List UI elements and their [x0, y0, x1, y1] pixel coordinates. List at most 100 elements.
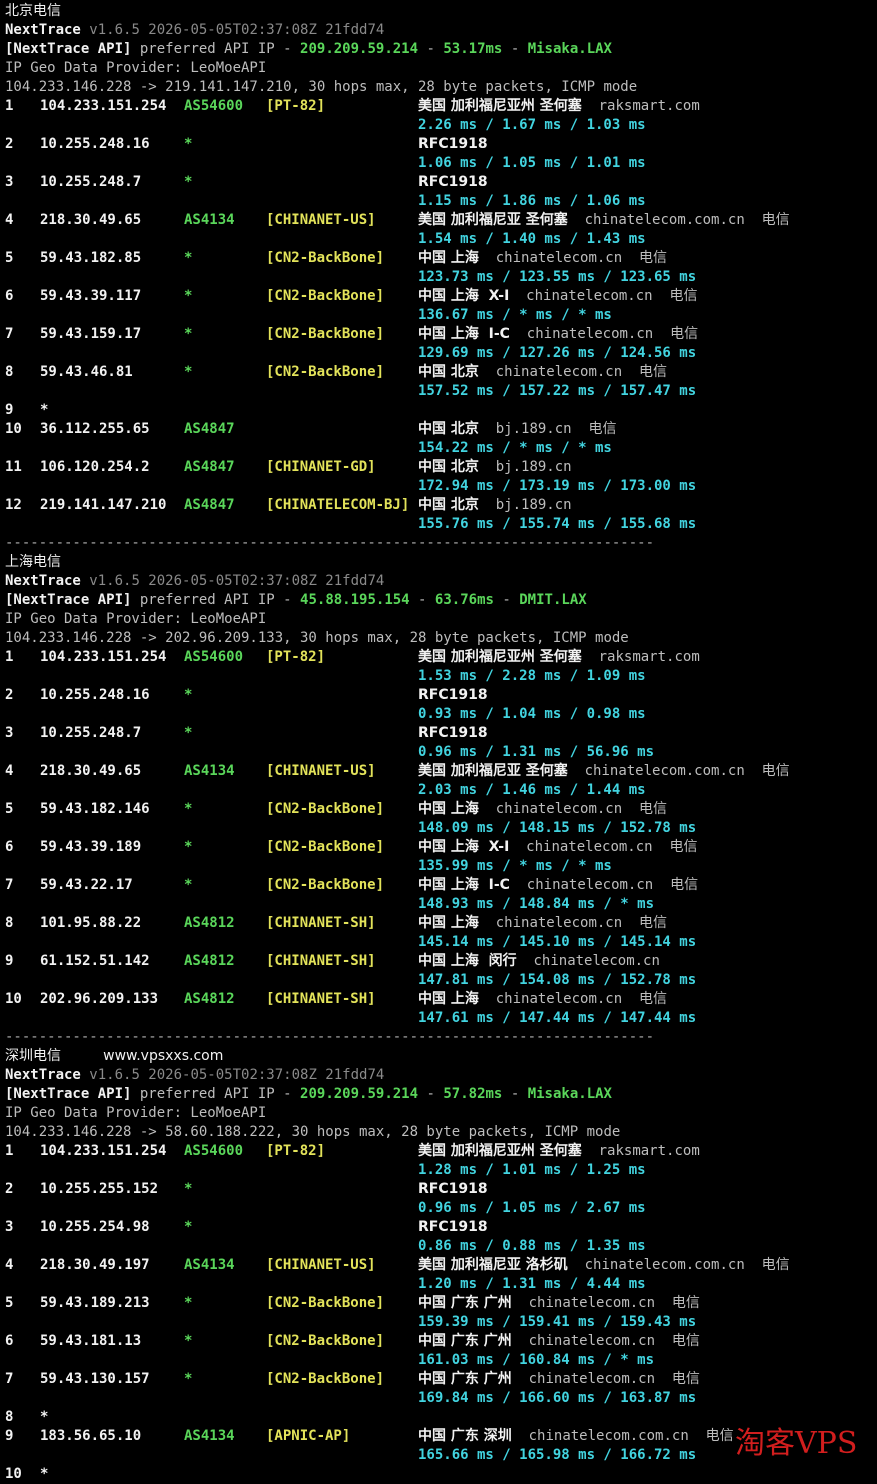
hop-geo: 中国 广东 广州 chinatelecom.cn 电信 — [418, 1294, 700, 1313]
hop-isp: 电信 — [761, 212, 790, 228]
app-version: v1.6.5 2026-05-05T02:37:08Z 21fdd74 — [89, 1067, 385, 1083]
hop-domain: bj.189.cn — [495, 421, 572, 437]
hop-isp: 电信 — [669, 839, 698, 855]
hop-number: 6 — [5, 839, 14, 855]
api-latency: 57.82ms — [443, 1086, 503, 1102]
hop-geo: 中国 广东 广州 chinatelecom.cn 电信 — [418, 1332, 700, 1351]
hop-domain: chinatelecom.cn — [528, 1371, 656, 1387]
hop-rtt: 0.96 ms / 1.05 ms / 2.67 ms — [418, 1200, 646, 1216]
hop-rtt: 161.03 ms / 160.84 ms / * ms — [418, 1352, 655, 1368]
hop-tag: [CN2-BackBone] — [266, 801, 385, 817]
hop-location: 中国 广东 广州 — [418, 1371, 512, 1387]
hop-asn: AS4134 — [184, 1428, 235, 1444]
hop-ip: 59.43.182.85 — [40, 250, 142, 266]
hop-tag: [CN2-BackBone] — [266, 288, 385, 304]
hop-geo: 中国 北京 bj.189.cn — [418, 496, 572, 515]
hop-asn: AS54600 — [184, 1143, 244, 1159]
version-line: NextTrace v1.6.5 2026-05-05T02:37:08Z 21… — [5, 572, 384, 591]
hop-number: 4 — [5, 212, 14, 228]
hop-number: 10 — [5, 991, 22, 1007]
hop-isp: 电信 — [588, 421, 617, 437]
hop-location: RFC1918 — [418, 1181, 488, 1197]
hop-domain: chinatelecom.cn — [526, 326, 654, 342]
hop-tag: [CN2-BackBone] — [266, 839, 385, 855]
hop-asn: AS54600 — [184, 649, 244, 665]
hop-geo: RFC1918 — [418, 1180, 488, 1199]
hop-number: 1 — [5, 1143, 14, 1159]
hop-ip: 59.43.189.213 — [40, 1295, 150, 1311]
hop-isp: 电信 — [639, 991, 668, 1007]
api-node: DMIT.LAX — [519, 592, 587, 608]
hop-asn: * — [184, 326, 193, 342]
hop-asn: AS4847 — [184, 459, 235, 475]
route-summary: 104.233.146.228 -> 202.96.209.133, 30 ho… — [5, 630, 629, 646]
hop-tag: [CHINANET-SH] — [266, 915, 376, 931]
site-label: www.vpsxxs.com — [103, 1048, 224, 1064]
hop-tag: [CN2-BackBone] — [266, 364, 385, 380]
hop-ip: 218.30.49.65 — [40, 763, 142, 779]
hop-domain: chinatelecom.com.cn — [528, 1428, 689, 1444]
hop-isp: 电信 — [761, 763, 790, 779]
hop-domain: chinatelecom.cn — [495, 364, 623, 380]
hop-tag: [CN2-BackBone] — [266, 1295, 385, 1311]
hop-number: 4 — [5, 1257, 14, 1273]
terminal-output[interactable]: 北京电信 NextTrace v1.6.5 2026-05-05T02:37:08… — [0, 0, 877, 1482]
hop-geo: 中国 广东 深圳 chinatelecom.com.cn 电信 — [418, 1427, 734, 1446]
hop-domain: chinatelecom.cn — [526, 877, 654, 893]
hop-number: 3 — [5, 725, 14, 741]
hop-geo: 中国 上海 X-I chinatelecom.cn 电信 — [418, 287, 697, 306]
separator-dashes: ----------------------------------------… — [5, 1029, 655, 1045]
hop-asn: * — [184, 1219, 193, 1235]
section-separator: ----------------------------------------… — [5, 534, 654, 553]
hop-asn: * — [184, 725, 193, 741]
geo-provider-line: IP Geo Data Provider: LeoMoeAPI — [5, 59, 266, 78]
hop-ip: 183.56.65.10 — [40, 1428, 142, 1444]
hop-number: 4 — [5, 763, 14, 779]
app-name: NextTrace — [5, 573, 81, 589]
hop-number: 7 — [5, 1371, 14, 1387]
hop-tag: [CHINANET-GD] — [266, 459, 376, 475]
hop-ip: 10.255.254.98 — [40, 1219, 150, 1235]
hop-tag: [CN2-BackBone] — [266, 326, 385, 342]
hop-ip: 61.152.51.142 — [40, 953, 150, 969]
hop-ip: * — [40, 1409, 49, 1425]
hop-isp: 电信 — [669, 288, 698, 304]
hop-domain: chinatelecom.com.cn — [584, 763, 745, 779]
hop-rtt: 1.20 ms / 1.31 ms / 4.44 ms — [418, 1276, 646, 1292]
hop-asn: * — [184, 1371, 193, 1387]
hop-geo: 中国 上海 chinatelecom.cn 电信 — [418, 249, 667, 268]
geo-provider-line: IP Geo Data Provider: LeoMoeAPI — [5, 1104, 266, 1123]
api-ip: 209.209.59.214 — [300, 41, 419, 57]
hop-ip: 218.30.49.65 — [40, 212, 142, 228]
hop-location: 中国 北京 — [418, 459, 479, 475]
hop-location: 中国 北京 — [418, 497, 479, 513]
hop-asn: * — [184, 801, 193, 817]
hop-ip: 219.141.147.210 — [40, 497, 167, 513]
hop-isp: 电信 — [671, 1371, 700, 1387]
hop-number: 2 — [5, 1181, 14, 1197]
hop-domain: chinatelecom.cn — [495, 915, 623, 931]
hop-rtt: 147.61 ms / 147.44 ms / 147.44 ms — [418, 1010, 697, 1026]
hop-asn: * — [184, 1181, 193, 1197]
hop-location: 美国 加利福尼亚州 圣何塞 — [418, 649, 582, 665]
version-line: NextTrace v1.6.5 2026-05-05T02:37:08Z 21… — [5, 21, 384, 40]
api-dash: - — [418, 592, 427, 608]
hop-location: 美国 加利福尼亚州 圣何塞 — [418, 1143, 582, 1159]
hop-geo: 中国 上海 I-C chinatelecom.cn 电信 — [418, 325, 698, 344]
hop-ip: 59.43.46.81 — [40, 364, 133, 380]
hop-asn: AS54600 — [184, 98, 244, 114]
hop-number: 2 — [5, 687, 14, 703]
hop-domain: chinatelecom.cn — [495, 991, 623, 1007]
hop-domain: chinatelecom.cn — [528, 1333, 656, 1349]
hop-ip: * — [40, 1466, 49, 1482]
hop-geo: 中国 上海 chinatelecom.cn 电信 — [418, 914, 667, 933]
hop-geo: 美国 加利福尼亚 圣何塞 chinatelecom.com.cn 电信 — [418, 211, 790, 230]
hop-geo: 美国 加利福尼亚州 圣何塞 raksmart.com — [418, 97, 700, 116]
hop-ip: 59.43.39.117 — [40, 288, 142, 304]
api-dash: - — [502, 592, 511, 608]
hop-location: 中国 广东 广州 — [418, 1295, 512, 1311]
route-summary: 104.233.146.228 -> 219.141.147.210, 30 h… — [5, 79, 638, 95]
hop-geo: 中国 广东 广州 chinatelecom.cn 电信 — [418, 1370, 700, 1389]
hop-domain: chinatelecom.cn — [533, 953, 660, 969]
hop-number: 8 — [5, 1409, 14, 1425]
